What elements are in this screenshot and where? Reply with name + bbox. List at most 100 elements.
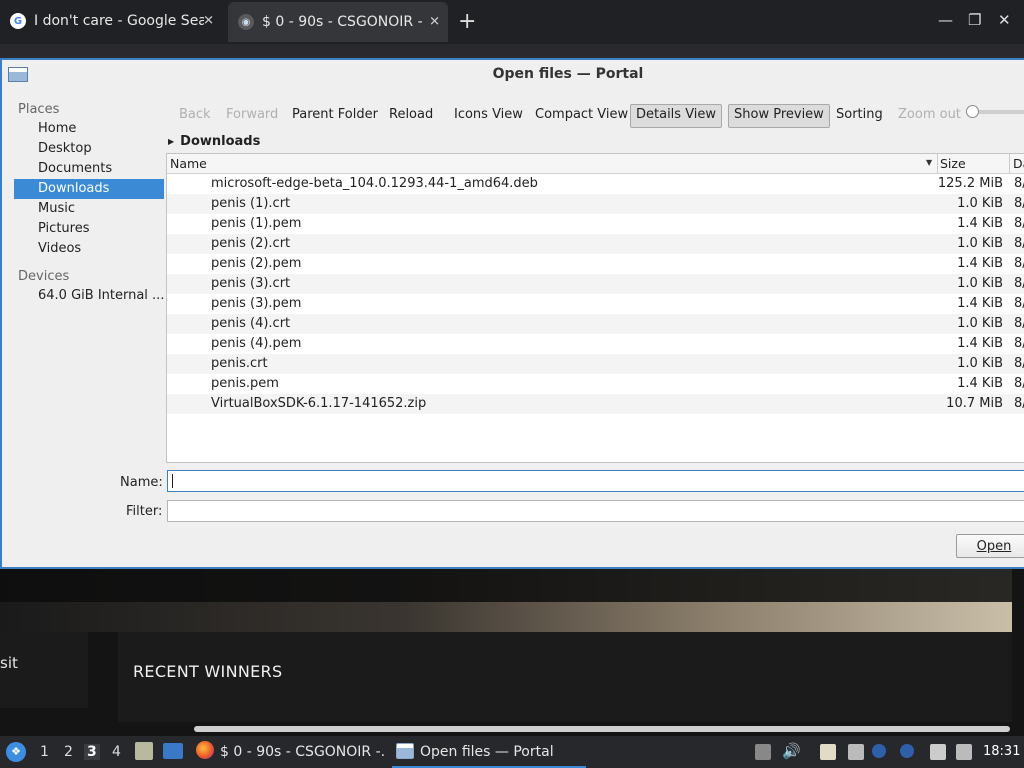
display-icon[interactable] xyxy=(930,744,946,760)
portal-icon xyxy=(396,743,414,759)
open-button[interactable]: Open xyxy=(956,534,1024,558)
file-list[interactable]: Name ▼ Size Da microsoft-edge-beta_104.0… xyxy=(166,153,1024,463)
background-webpage: sit RECENT WINNERS xyxy=(0,568,1024,736)
network-icon[interactable] xyxy=(848,744,864,760)
file-size: 1.0 KiB xyxy=(957,196,1003,211)
file-row[interactable]: penis (3).crt 1.0 KiB 8/ xyxy=(167,274,1024,294)
place-documents[interactable]: Documents xyxy=(14,159,164,179)
file-name: penis (3).crt xyxy=(211,276,291,291)
forward-button[interactable]: Forward xyxy=(221,104,283,126)
place-home[interactable]: Home xyxy=(14,119,164,139)
file-row[interactable]: penis (1).crt 1.0 KiB 8/ xyxy=(167,194,1024,214)
taskbar: ❖ 1 2 3 4 $ 0 - 90s - CSGONOIR -... Open… xyxy=(0,736,1024,768)
show-preview-button[interactable]: Show Preview xyxy=(728,104,830,128)
file-row[interactable]: penis (2).crt 1.0 KiB 8/ xyxy=(167,234,1024,254)
minimize-icon[interactable]: — xyxy=(938,11,953,29)
new-tab-button[interactable]: + xyxy=(458,9,476,34)
column-divider[interactable] xyxy=(937,154,938,173)
file-name: penis (4).pem xyxy=(211,336,302,351)
filter-label: Filter: xyxy=(126,504,163,519)
file-row[interactable]: penis.crt 1.0 KiB 8/ xyxy=(167,354,1024,374)
column-header-size[interactable]: Size xyxy=(940,156,966,171)
hero-overlay xyxy=(0,568,1012,602)
tab-csgonoir[interactable]: ◉ $ 0 - 90s - CSGONOIR - T ✕ xyxy=(228,2,448,42)
file-date: 8/ xyxy=(1014,256,1024,271)
clipboard-icon[interactable] xyxy=(820,744,836,760)
volume-icon[interactable]: 🔊 xyxy=(782,742,801,760)
task-open-files-portal[interactable]: Open files — Portal xyxy=(392,738,586,768)
workspace-1[interactable]: 1 xyxy=(40,744,49,760)
file-date: 8/ xyxy=(1014,276,1024,291)
tab-close-icon[interactable]: ✕ xyxy=(203,14,214,29)
file-row[interactable]: penis (2).pem 1.4 KiB 8/ xyxy=(167,254,1024,274)
sort-descending-icon: ▼ xyxy=(926,158,933,167)
maximize-icon[interactable]: ❐ xyxy=(968,11,981,29)
workspace-4[interactable]: 4 xyxy=(112,744,121,760)
file-manager-icon[interactable] xyxy=(135,742,153,760)
file-size: 1.0 KiB xyxy=(957,236,1003,251)
clock[interactable]: 18:31 xyxy=(983,744,1020,759)
place-pictures[interactable]: Pictures xyxy=(14,219,164,239)
filter-input[interactable] xyxy=(167,500,1024,522)
file-row[interactable]: microsoft-edge-beta_104.0.1293.44-1_amd6… xyxy=(167,174,1024,194)
icons-view-button[interactable]: Icons View xyxy=(449,104,528,126)
file-size: 1.4 KiB xyxy=(957,376,1003,391)
alert-icon[interactable] xyxy=(900,744,914,758)
file-row[interactable]: penis (3).pem 1.4 KiB 8/ xyxy=(167,294,1024,314)
workspace-2[interactable]: 2 xyxy=(64,744,73,760)
place-desktop[interactable]: Desktop xyxy=(14,139,164,159)
file-date: 8/ xyxy=(1014,176,1024,191)
text-cursor xyxy=(172,474,173,488)
file-size: 125.2 MiB xyxy=(937,176,1003,191)
file-name: penis (1).crt xyxy=(211,196,291,211)
place-downloads[interactable]: Downloads xyxy=(14,179,164,199)
update-notification-icon[interactable] xyxy=(872,744,886,758)
filename-input[interactable] xyxy=(167,470,1024,492)
file-row[interactable]: penis.pem 1.4 KiB 8/ xyxy=(167,374,1024,394)
google-icon: G xyxy=(10,13,26,29)
details-view-button[interactable]: Details View xyxy=(630,104,723,128)
file-list-header: Name ▼ Size Da xyxy=(167,154,1024,174)
file-row[interactable]: VirtualBoxSDK-6.1.17-141652.zip 10.7 MiB 8… xyxy=(167,394,1024,414)
file-size: 1.4 KiB xyxy=(957,336,1003,351)
workspace-3[interactable]: 3 xyxy=(84,744,100,760)
file-name: penis.crt xyxy=(211,356,268,371)
place-music[interactable]: Music xyxy=(14,199,164,219)
column-divider[interactable] xyxy=(1009,154,1010,173)
column-header-name[interactable]: Name xyxy=(170,156,207,171)
parent-folder-button[interactable]: Parent Folder xyxy=(287,104,383,126)
deposit-panel[interactable]: sit xyxy=(0,632,88,708)
back-button[interactable]: Back xyxy=(174,104,216,126)
browser-tab-strip: G I don't care - Google Sear ✕ ◉ $ 0 - 9… xyxy=(0,0,1024,44)
file-row[interactable]: penis (4).crt 1.0 KiB 8/ xyxy=(167,314,1024,334)
device-internal-drive[interactable]: 64.0 GiB Internal ... xyxy=(14,286,164,306)
places-sidebar: Places Home Desktop Documents Downloads … xyxy=(14,100,164,306)
show-desktop-icon[interactable] xyxy=(163,743,183,759)
csgonoir-icon: ◉ xyxy=(238,14,254,30)
tab-close-icon[interactable]: ✕ xyxy=(429,15,440,30)
file-row[interactable]: penis (4).pem 1.4 KiB 8/ xyxy=(167,334,1024,354)
monitor-icon[interactable] xyxy=(956,744,972,760)
zoom-slider-handle[interactable] xyxy=(966,105,979,118)
firefox-icon xyxy=(196,741,214,759)
place-videos[interactable]: Videos xyxy=(14,239,164,259)
storage-icon[interactable] xyxy=(755,744,771,760)
file-name: penis (4).crt xyxy=(211,316,291,331)
close-window-icon[interactable]: ✕ xyxy=(998,11,1011,29)
breadcrumb-current: Downloads xyxy=(180,134,261,149)
breadcrumb[interactable]: ▶ Downloads xyxy=(168,134,260,149)
reload-button[interactable]: Reload xyxy=(384,104,438,126)
zoom-out-button[interactable]: Zoom out xyxy=(893,104,966,126)
dialog-titlebar[interactable]: Open files — Portal xyxy=(2,60,1024,88)
compact-view-button[interactable]: Compact View xyxy=(530,104,633,126)
start-menu-icon[interactable]: ❖ xyxy=(6,742,26,762)
file-size: 1.4 KiB xyxy=(957,256,1003,271)
horizontal-scrollbar[interactable] xyxy=(194,726,1010,732)
file-date: 8/ xyxy=(1014,396,1024,411)
file-name: penis (3).pem xyxy=(211,296,302,311)
column-header-date[interactable]: Da xyxy=(1013,156,1024,171)
sorting-button[interactable]: Sorting xyxy=(831,104,888,126)
tab-google-search[interactable]: G I don't care - Google Sear ✕ xyxy=(0,0,222,42)
task-firefox[interactable]: $ 0 - 90s - CSGONOIR -... xyxy=(192,738,386,766)
file-row[interactable]: penis (1).pem 1.4 KiB 8/ xyxy=(167,214,1024,234)
